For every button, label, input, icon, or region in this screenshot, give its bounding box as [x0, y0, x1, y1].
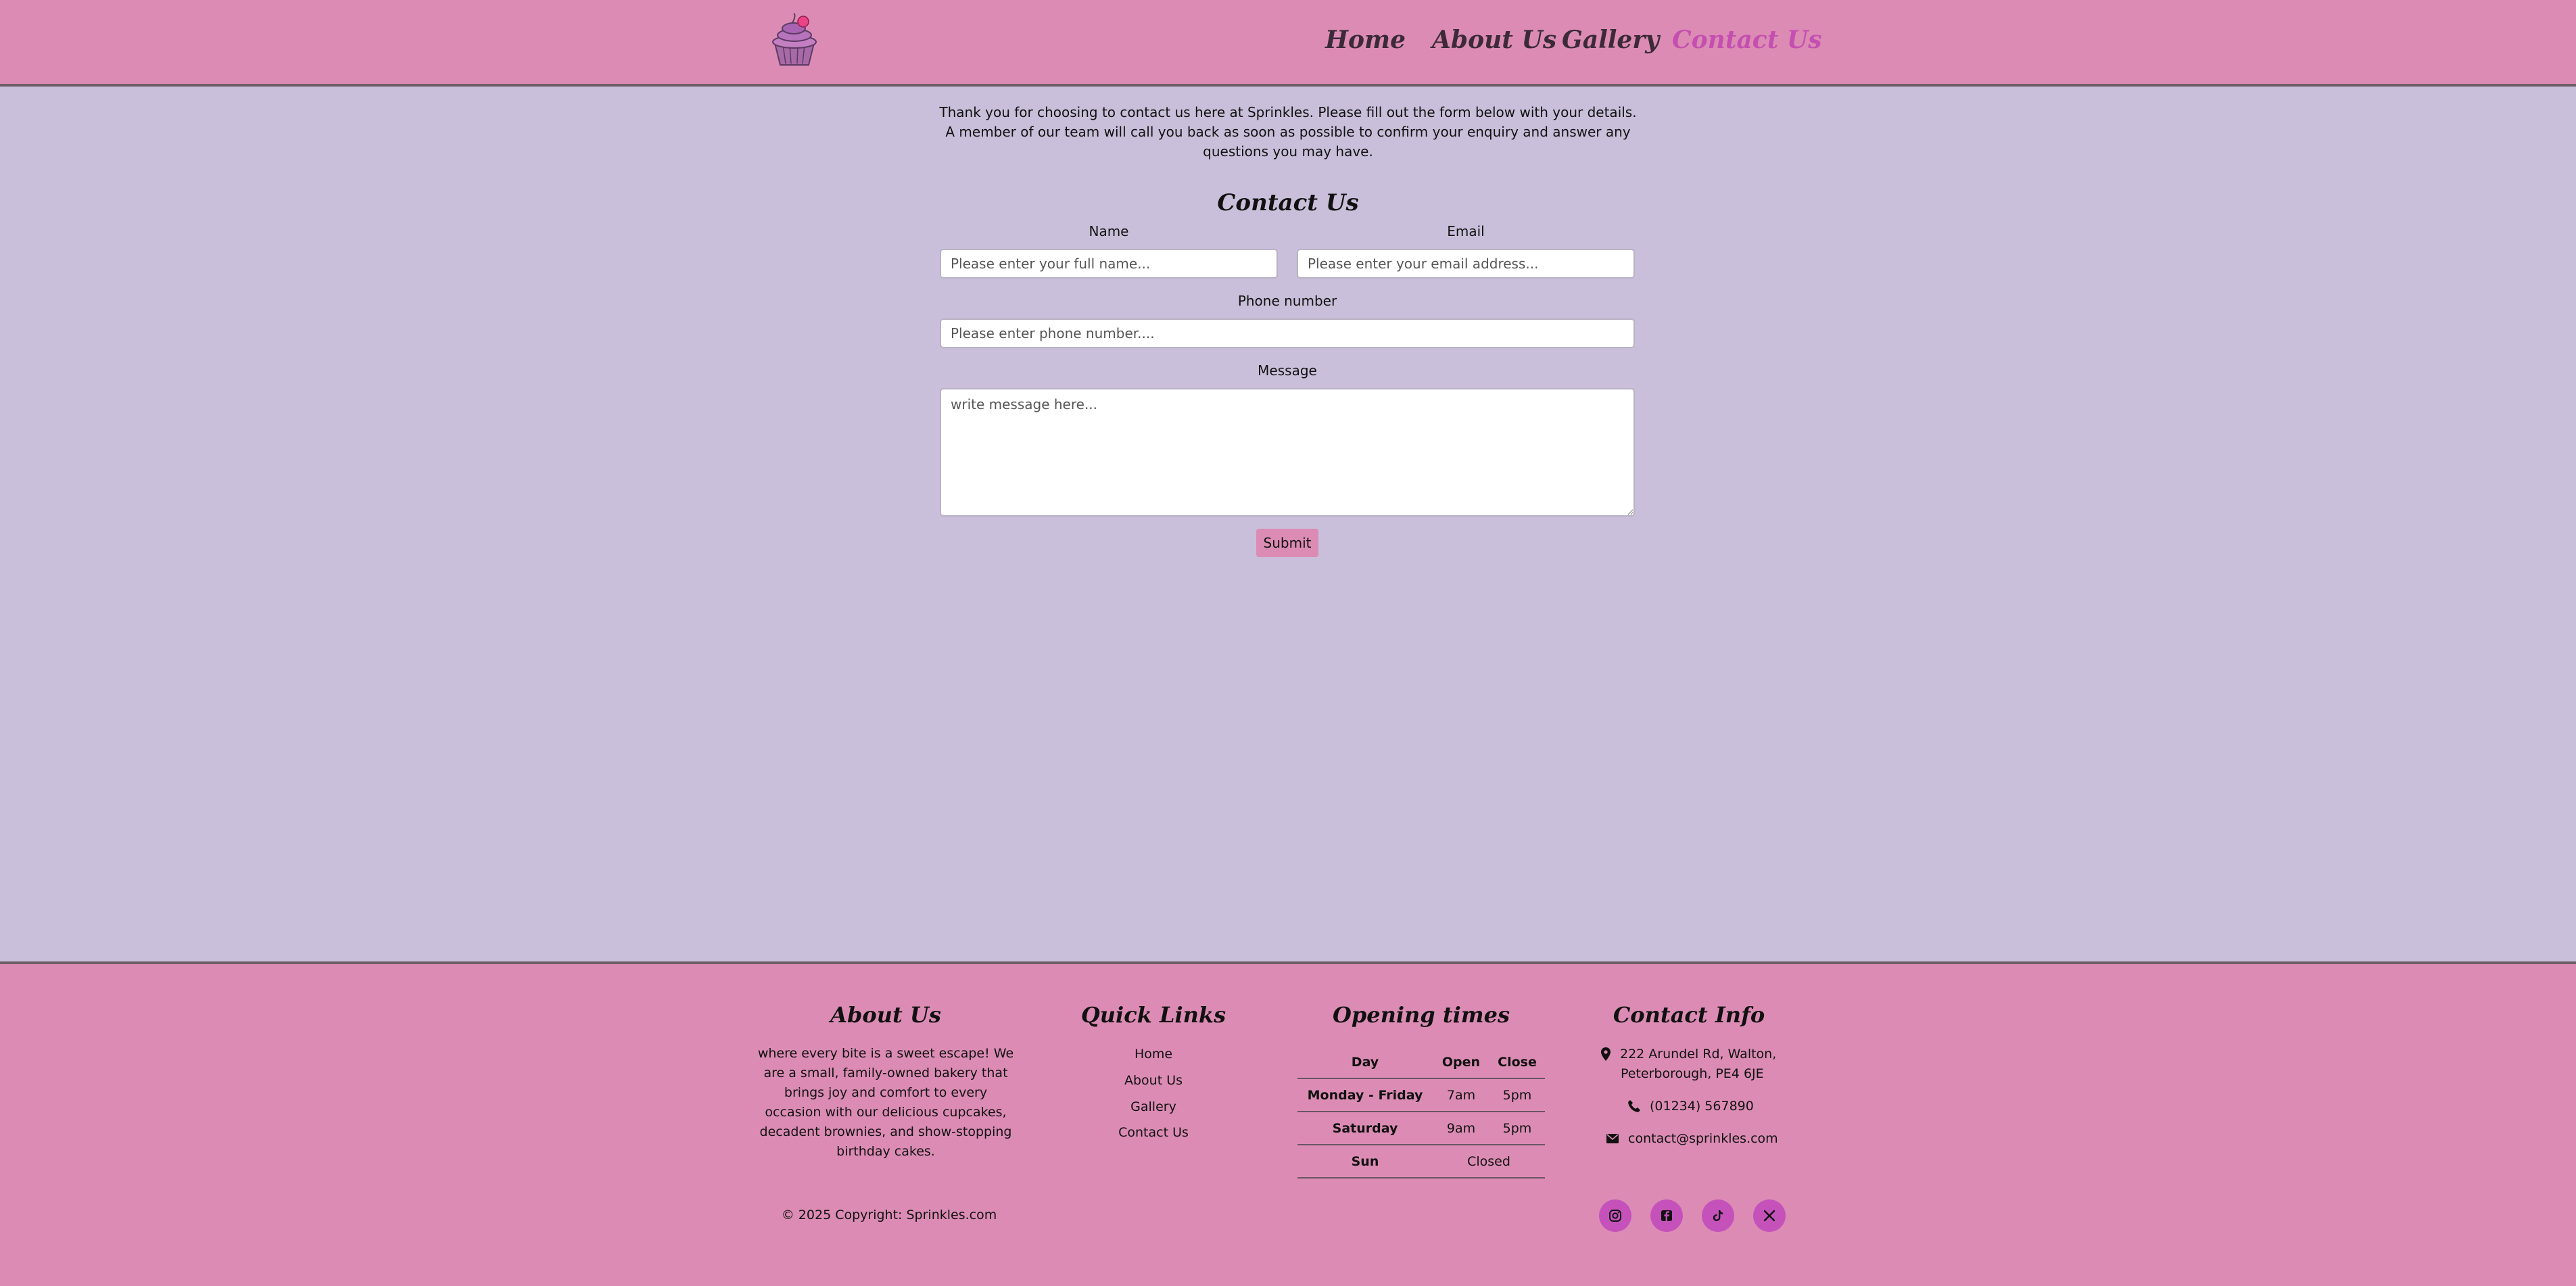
location-pin-icon — [1601, 1047, 1611, 1061]
table-cell-open: 7am — [1433, 1078, 1489, 1112]
table-cell-close: 5pm — [1489, 1078, 1545, 1112]
table-cell-close: 5pm — [1489, 1112, 1545, 1145]
envelope-icon — [1606, 1134, 1619, 1143]
intro-line-1: Thank you for choosing to contact us her… — [939, 104, 1637, 120]
footer-link-home[interactable]: Home — [1086, 1047, 1221, 1062]
phone-input[interactable] — [940, 318, 1635, 348]
intro-line-2: A member of our team will call you back … — [945, 124, 1631, 160]
instagram-icon[interactable] — [1599, 1199, 1631, 1232]
message-textarea[interactable] — [940, 388, 1635, 517]
table-row: Saturday 9am 5pm — [1297, 1112, 1545, 1145]
phone-line: (01234) 567890 — [1628, 1099, 1754, 1114]
nav-home[interactable]: Home — [1325, 26, 1406, 54]
footer-contact-info-title: Contact Info — [1613, 1002, 1765, 1028]
email-input[interactable] — [1297, 249, 1635, 279]
email-label: Email — [1447, 223, 1485, 239]
nav-contact-us[interactable]: Contact Us — [1672, 26, 1822, 54]
footer-about-title: About Us — [830, 1002, 941, 1028]
email-line: contact@sprinkles.com — [1606, 1131, 1778, 1146]
table-row: Monday - Friday 7am 5pm — [1297, 1078, 1545, 1112]
submit-button[interactable]: Submit — [1256, 529, 1318, 557]
email-address: contact@sprinkles.com — [1628, 1131, 1778, 1146]
address-line-2: Peterborough, PE4 6JE — [1621, 1066, 1764, 1081]
table-cell-day: Monday - Friday — [1297, 1078, 1433, 1112]
nav-gallery[interactable]: Gallery — [1562, 26, 1659, 54]
form-title: Contact Us — [1217, 189, 1359, 216]
site-footer: About Us where every bite is a sweet esc… — [0, 961, 2576, 1286]
table-row: Sun Closed — [1297, 1145, 1545, 1178]
table-header-close: Close — [1489, 1046, 1545, 1079]
site-header: Home About Us Gallery Contact Us — [0, 0, 2576, 87]
address-line: 222 Arundel Rd, Walton, — [1601, 1047, 1776, 1062]
message-label: Message — [1258, 362, 1317, 379]
phone-number: (01234) 567890 — [1650, 1099, 1754, 1114]
table-cell-closed: Closed — [1433, 1145, 1545, 1178]
nav-about-us[interactable]: About Us — [1432, 26, 1556, 54]
table-header-row: Day Open Close — [1297, 1046, 1545, 1079]
footer-link-gallery[interactable]: Gallery — [1086, 1099, 1221, 1114]
copyright-text: © 2025 Copyright: Sprinkles.com — [781, 1208, 997, 1222]
cupcake-logo-icon[interactable] — [765, 12, 824, 68]
phone-label: Phone number — [1237, 293, 1337, 309]
footer-link-contact-us[interactable]: Contact Us — [1086, 1125, 1221, 1140]
facebook-icon[interactable] — [1650, 1199, 1683, 1232]
table-header-open: Open — [1433, 1046, 1489, 1079]
table-cell-day: Saturday — [1297, 1112, 1433, 1145]
footer-opening-times-title: Opening times — [1333, 1002, 1510, 1028]
intro-text: Thank you for choosing to contact us her… — [933, 103, 1643, 162]
name-label: Name — [1089, 223, 1129, 239]
table-cell-open: 9am — [1433, 1112, 1489, 1145]
address-line-1: 222 Arundel Rd, Walton, — [1620, 1047, 1777, 1062]
table-header-day: Day — [1297, 1046, 1433, 1079]
footer-link-about-us[interactable]: About Us — [1086, 1073, 1221, 1088]
x-icon[interactable] — [1753, 1199, 1786, 1232]
name-input[interactable] — [940, 249, 1278, 279]
footer-quick-links-title: Quick Links — [1080, 1002, 1226, 1028]
table-cell-day: Sun — [1297, 1145, 1433, 1178]
opening-times-table: Day Open Close Monday - Friday 7am 5pm S… — [1297, 1046, 1545, 1178]
tiktok-icon[interactable] — [1702, 1199, 1734, 1232]
phone-icon — [1628, 1100, 1640, 1112]
footer-about-text: where every bite is a sweet escape! We a… — [757, 1046, 1014, 1159]
